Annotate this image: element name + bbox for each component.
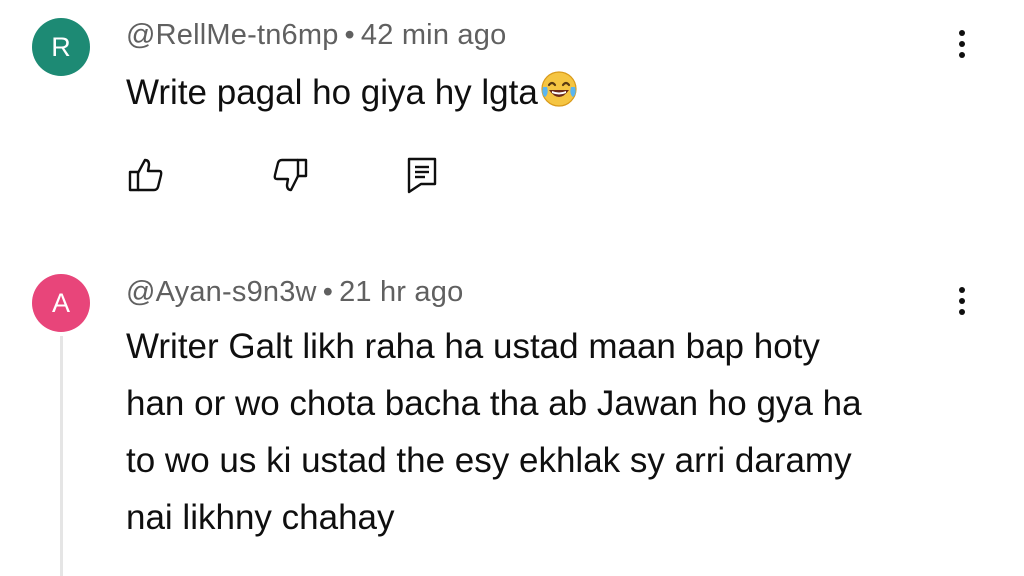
avatar[interactable]: A <box>32 274 90 332</box>
reply-icon <box>403 156 441 199</box>
comment-2: A @Ayan-s9n3w • 21 hr ago Writer Galt likh… <box>0 240 1024 576</box>
comment-text-line: Write pagal ho giya hy lgta <box>126 73 538 112</box>
dislike-button[interactable] <box>268 155 312 199</box>
meta-separator: • <box>322 276 334 308</box>
comment-text: Writer Galt likh raha ha ustad maan bap … <box>126 318 862 546</box>
like-icon <box>127 156 165 199</box>
comment-1: R @RellMe-tn6mp • 42 min ago Write pagal h… <box>0 0 1024 240</box>
comment-text-line: Writer Galt likh raha ha ustad maan bap … <box>126 327 820 366</box>
dislike-icon <box>271 156 309 199</box>
comment-meta: @Ayan-s9n3w • 21 hr ago <box>126 276 463 309</box>
action-bar <box>0 155 1024 199</box>
more-options-icon[interactable] <box>944 20 980 68</box>
more-options-icon[interactable] <box>944 277 980 325</box>
avatar-letter: A <box>51 287 70 318</box>
comment-text-line: han or wo chota bacha tha ab Jawan ho gy… <box>126 384 862 423</box>
like-button[interactable] <box>124 155 168 199</box>
comment-text: Write pagal ho giya hy lgta <box>126 64 578 125</box>
avatar-letter: R <box>51 31 71 62</box>
comment-author[interactable]: @Ayan-s9n3w <box>126 276 317 308</box>
comment-text-line: to wo us ki ustad the esy ekhlak sy arri… <box>126 441 852 480</box>
comment-meta: @RellMe-tn6mp • 42 min ago <box>126 19 506 52</box>
meta-separator: • <box>344 19 355 51</box>
comment-time[interactable]: 42 min ago <box>361 19 507 51</box>
comment-time[interactable]: 21 hr ago <box>339 276 463 308</box>
reply-button[interactable] <box>400 155 444 199</box>
comment-text-line: nai likhny chahay <box>126 498 395 537</box>
avatar[interactable]: R <box>32 18 90 76</box>
thread-line <box>60 336 63 576</box>
face-with-tears-of-joy-icon <box>540 68 578 125</box>
comment-author[interactable]: @RellMe-tn6mp <box>126 19 339 51</box>
